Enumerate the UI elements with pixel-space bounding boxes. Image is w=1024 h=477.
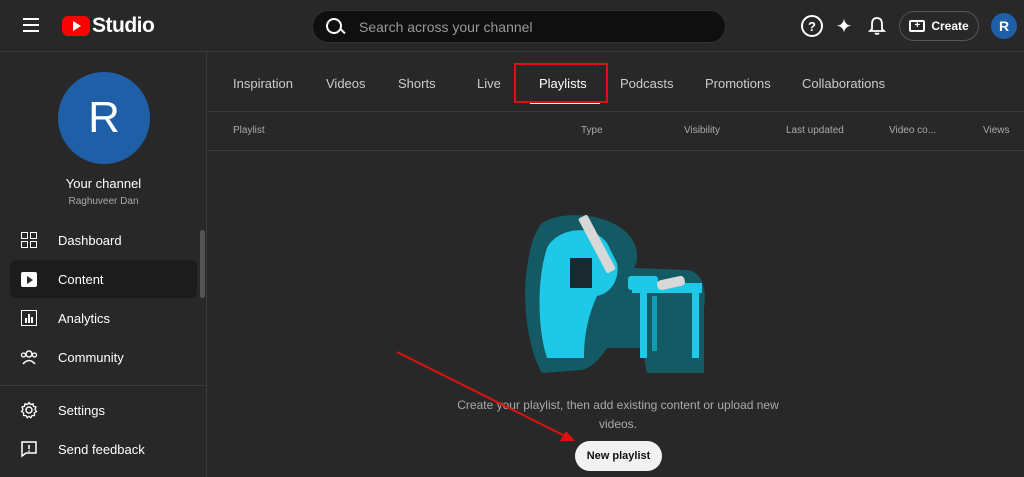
studio-logo[interactable]: Studio bbox=[62, 14, 155, 38]
search-bar[interactable] bbox=[312, 10, 726, 43]
channel-avatar[interactable]: R bbox=[58, 72, 150, 164]
sidebar-item-settings[interactable]: Settings bbox=[10, 391, 197, 429]
sidebar-item-label: Dashboard bbox=[58, 232, 122, 248]
create-button[interactable]: + Create bbox=[899, 11, 979, 41]
sidebar-item-label: Settings bbox=[58, 402, 105, 418]
tab-collaborations[interactable]: Collaborations bbox=[802, 76, 885, 91]
sidebar-item-label: Content bbox=[58, 271, 104, 287]
dashboard-icon bbox=[20, 231, 38, 249]
tab-videos[interactable]: Videos bbox=[326, 76, 366, 91]
column-header-views[interactable]: Views bbox=[983, 125, 1010, 136]
search-input[interactable] bbox=[359, 18, 699, 35]
column-header-type[interactable]: Type bbox=[581, 125, 603, 136]
logo-text: Studio bbox=[92, 14, 155, 37]
sidebar-item-dashboard[interactable]: Dashboard bbox=[10, 221, 197, 259]
tab-podcasts[interactable]: Podcasts bbox=[620, 76, 673, 91]
sidebar-item-analytics[interactable]: Analytics bbox=[10, 299, 197, 337]
tab-live[interactable]: Live bbox=[477, 76, 501, 91]
community-icon bbox=[20, 348, 38, 366]
search-icon[interactable] bbox=[325, 17, 345, 37]
empty-state-message: Create your playlist, then add existing … bbox=[457, 398, 779, 431]
analytics-icon bbox=[20, 309, 38, 327]
account-avatar[interactable]: R bbox=[991, 13, 1017, 39]
tab-promotions[interactable]: Promotions bbox=[705, 76, 771, 91]
sidebar-item-label: Community bbox=[58, 349, 124, 365]
tab-inspiration[interactable]: Inspiration bbox=[233, 76, 293, 91]
help-icon[interactable]: ? bbox=[801, 15, 823, 37]
sidebar-divider bbox=[0, 385, 207, 386]
create-label: Create bbox=[931, 19, 969, 33]
annotation-highlight-box bbox=[514, 63, 608, 103]
content-icon bbox=[20, 270, 38, 288]
sidebar-item-feedback[interactable]: Send feedback bbox=[10, 430, 197, 468]
sidebar-scrollbar[interactable] bbox=[200, 230, 205, 298]
column-header-last-updated[interactable]: Last updated bbox=[786, 125, 844, 136]
table-header: Playlist Type Visibility Last updated Vi… bbox=[208, 112, 1024, 151]
settings-icon bbox=[20, 401, 38, 419]
empty-playlist-illustration bbox=[525, 214, 705, 373]
menu-icon[interactable] bbox=[18, 14, 44, 38]
channel-title: Your channel bbox=[65, 176, 142, 191]
column-header-visibility[interactable]: Visibility bbox=[684, 125, 720, 136]
sidebar: R Your channel Raghuveer Dan Dashboard C… bbox=[0, 52, 207, 477]
sidebar-item-label: Analytics bbox=[58, 310, 111, 326]
column-header-playlist[interactable]: Playlist bbox=[233, 125, 265, 136]
tab-shorts[interactable]: Shorts bbox=[398, 76, 436, 91]
sidebar-item-community[interactable]: Community bbox=[10, 338, 197, 376]
content-tabs: Inspiration Videos Shorts Live Playlists… bbox=[208, 52, 1024, 112]
channel-handle: Raghuveer Dan bbox=[68, 196, 139, 207]
sidebar-item-content[interactable]: Content bbox=[10, 260, 197, 298]
top-bar: Studio ? ✦ + Create R bbox=[0, 0, 1024, 52]
sidebar-item-label: Send feedback bbox=[58, 441, 145, 457]
sparkle-icon[interactable]: ✦ bbox=[833, 15, 855, 38]
youtube-logo-icon bbox=[62, 16, 90, 36]
new-playlist-button[interactable]: New playlist bbox=[575, 441, 662, 471]
feedback-icon bbox=[20, 440, 38, 458]
create-video-icon: + bbox=[909, 20, 926, 32]
column-header-video-count[interactable]: Video co... bbox=[889, 125, 936, 136]
notifications-icon[interactable] bbox=[866, 15, 888, 37]
